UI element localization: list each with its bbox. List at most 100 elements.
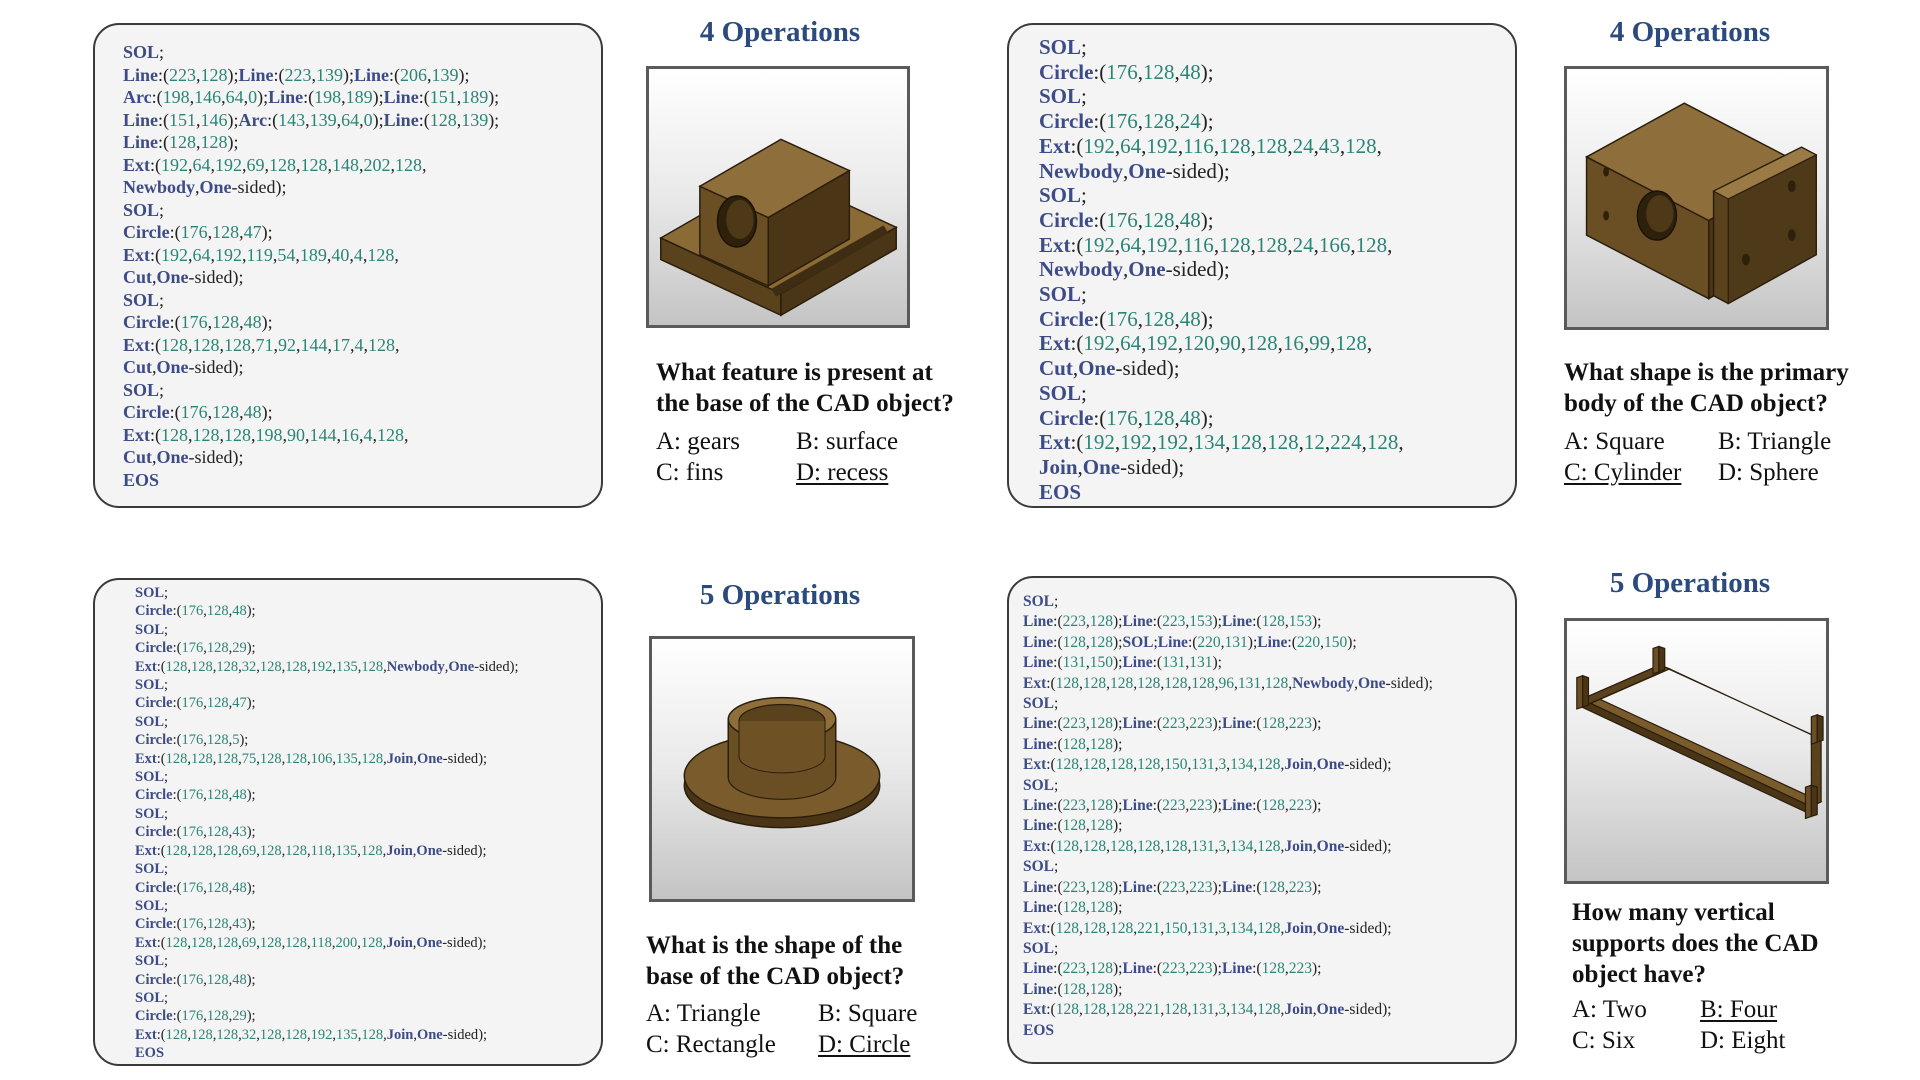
code-line: SOL;: [123, 289, 165, 310]
code-line: SOL;: [135, 953, 169, 970]
option-1-c[interactable]: C: fins: [656, 459, 723, 487]
code-line: EOS: [135, 1045, 165, 1062]
code-line: Line:(223,128);Line:(223,223);Line:(128,…: [1023, 715, 1322, 733]
code-line: SOL;: [1023, 593, 1059, 610]
code-line: Circle:(176,128,48);: [123, 312, 273, 332]
code-line: SOL;: [135, 805, 169, 822]
code-line: Line:(128,128);: [123, 132, 239, 152]
code-line: Circle:(176,128,48);: [1039, 207, 1214, 232]
code-line: SOL;: [1023, 858, 1059, 876]
cad-render-4: [1564, 618, 1829, 884]
code-line: Newbody,One-sided);: [1039, 257, 1230, 282]
code-line: Ext:(192,64,192,120,90,128,16,99,128,: [1039, 331, 1373, 356]
code-line: Ext:(128,128,128,221,150,131,3,134,128,J…: [1023, 919, 1392, 937]
code-line: Circle:(176,128,29);: [135, 640, 256, 657]
code-line: SOL;: [1023, 939, 1059, 957]
code-line: Cut,One-sided);: [123, 267, 244, 287]
code-line: SOL;: [123, 42, 165, 62]
option-1-b[interactable]: B: surface: [796, 428, 898, 456]
option-4-a[interactable]: A: Two: [1572, 996, 1647, 1024]
code-line: Circle:(176,128,47);: [135, 695, 256, 712]
code-line: SOL;: [1039, 84, 1087, 109]
code-line: Line:(223,128);Line:(223,223);Line:(128,…: [1023, 797, 1322, 815]
block-with-cylinder-model-icon: [1585, 102, 1818, 305]
code-line: SOL;: [1023, 695, 1059, 713]
code-line: Ext:(192,64,192,119,54,189,40,4,128,: [123, 244, 399, 265]
option-2-b[interactable]: B: Triangle: [1718, 428, 1831, 456]
question-1: What feature is present at the base of t…: [656, 359, 954, 417]
code-line: Circle:(176,128,47);: [123, 222, 273, 242]
flanged-bushing-model-icon: [683, 696, 881, 829]
code-line: EOS: [1023, 1021, 1055, 1039]
code-line: Ext:(128,128,128,69,128,128,118,135,128,…: [135, 842, 487, 859]
option-2-a[interactable]: A: Square: [1564, 428, 1665, 456]
bracket-model-icon: [659, 138, 898, 317]
code-line: Ext:(128,128,128,221,128,131,3,134,128,J…: [1023, 1001, 1392, 1019]
code-panel-3: SOL; Circle:(176,128,48); SOL; Circle:(176,…: [93, 578, 603, 1066]
cad-render-2: [1564, 66, 1829, 330]
code-line: EOS: [123, 469, 160, 490]
code-line: SOL;: [135, 621, 169, 638]
code-line: Ext:(128,128,128,198,90,144,16,4,128,: [123, 424, 409, 445]
code-line: Circle:(176,128,24);: [1039, 109, 1214, 134]
code-line: Circle:(176,128,48);: [1039, 405, 1214, 430]
code-line: Cut,One-sided);: [123, 447, 244, 467]
code-line: Join,One-sided);: [1039, 454, 1185, 479]
operations-title-2: 4 Operations: [1609, 16, 1771, 48]
code-panel-2: SOL; Circle:(176,128,48); SOL; Circle:(176,…: [1007, 23, 1517, 508]
option-4-c[interactable]: C: Six: [1572, 1027, 1635, 1055]
option-4-d[interactable]: D: Eight: [1700, 1027, 1785, 1055]
cad-sequence-4: SOL; Line:(223,128);Line:(223,153);Line:(…: [1023, 592, 1433, 1041]
code-line: EOS: [1039, 479, 1082, 504]
code-line: Circle:(176,128,29);: [135, 1008, 256, 1025]
code-line: SOL;: [1023, 776, 1059, 794]
code-line: SOL;: [135, 769, 169, 786]
option-1-a[interactable]: A: gears: [656, 428, 740, 456]
code-line: Line:(223,128);Line:(223,153);Line:(128,…: [1023, 613, 1322, 631]
rectangular-frame-model-icon: [1576, 645, 1824, 820]
code-line: SOL;: [1039, 35, 1087, 59]
code-line: Circle:(176,128,43);: [135, 916, 256, 933]
code-line: Line:(128,128);: [1023, 817, 1123, 835]
option-1-d-answer[interactable]: D: recess: [796, 459, 888, 487]
code-line: Line:(128,128);: [1023, 735, 1123, 753]
code-line: Line:(223,128);Line:(223,223);Line:(128,…: [1023, 878, 1322, 896]
code-line: Line:(223,128);Line:(223,139);Line:(206,…: [123, 64, 470, 85]
option-2-c-answer[interactable]: C: Cylinder: [1564, 459, 1681, 487]
operations-title-1: 4 Operations: [699, 16, 861, 48]
code-line: SOL;: [1039, 183, 1087, 208]
code-line: SOL;: [1039, 282, 1087, 307]
code-line: Cut,One-sided);: [1039, 356, 1180, 381]
code-line: Ext:(128,128,128,71,92,144,17,4,128,: [123, 334, 400, 355]
code-line: Newbody,One-sided);: [1039, 158, 1230, 183]
option-2-d[interactable]: D: Sphere: [1718, 459, 1819, 487]
code-line: Ext:(128,128,128,128,128,131,3,134,128,J…: [1023, 837, 1392, 855]
code-line: Cut,One-sided);: [123, 357, 244, 377]
code-line: Arc:(198,146,64,0);Line:(198,189);Line:(…: [123, 87, 500, 107]
option-3-b[interactable]: B: Square: [818, 1000, 917, 1028]
code-line: Circle:(176,128,48);: [135, 971, 256, 988]
code-line: Ext:(128,128,128,32,128,128,192,135,128,…: [135, 658, 519, 675]
code-line: Circle:(176,128,48);: [135, 603, 256, 620]
code-line: Ext:(192,64,192,69,128,128,148,202,128,: [123, 154, 427, 175]
code-line: Line:(151,146);Arc:(143,139,64,0);Line:(…: [123, 109, 500, 130]
code-line: Circle:(176,128,5);: [135, 732, 249, 749]
code-line: Line:(128,128);: [1023, 899, 1123, 917]
option-3-d-answer[interactable]: D: Circle: [818, 1031, 910, 1059]
operations-title-4: 5 Operations: [1609, 567, 1771, 599]
code-line: Line:(131,150);Line:(131,131);: [1023, 654, 1222, 672]
code-line: SOL;: [123, 199, 165, 220]
code-line: Line:(128,128);SOL;Line:(220,131);Line:(…: [1023, 633, 1357, 651]
code-line: Ext:(128,128,128,69,128,128,118,200,128,…: [135, 934, 487, 951]
cad-sequence-2: SOL; Circle:(176,128,48); SOL; Circle:(176,…: [1039, 35, 1404, 504]
code-panel-4: SOL; Line:(223,128);Line:(223,153);Line:(…: [1007, 576, 1517, 1064]
code-panel-1: SOL; Line:(223,128);Line:(223,139);Line:(…: [93, 23, 603, 508]
code-line: Circle:(176,128,48);: [1039, 59, 1214, 84]
code-line: SOL;: [135, 585, 169, 601]
option-3-c[interactable]: C: Rectangle: [646, 1031, 776, 1059]
option-3-a[interactable]: A: Triangle: [646, 1000, 761, 1028]
code-line: Ext:(192,64,192,116,128,128,24,166,128,: [1039, 232, 1393, 257]
option-4-b-answer[interactable]: B: Four: [1700, 996, 1777, 1024]
cad-sequence-1: SOL; Line:(223,128);Line:(223,139);Line:(…: [123, 41, 499, 491]
code-line: SOL;: [135, 677, 169, 694]
